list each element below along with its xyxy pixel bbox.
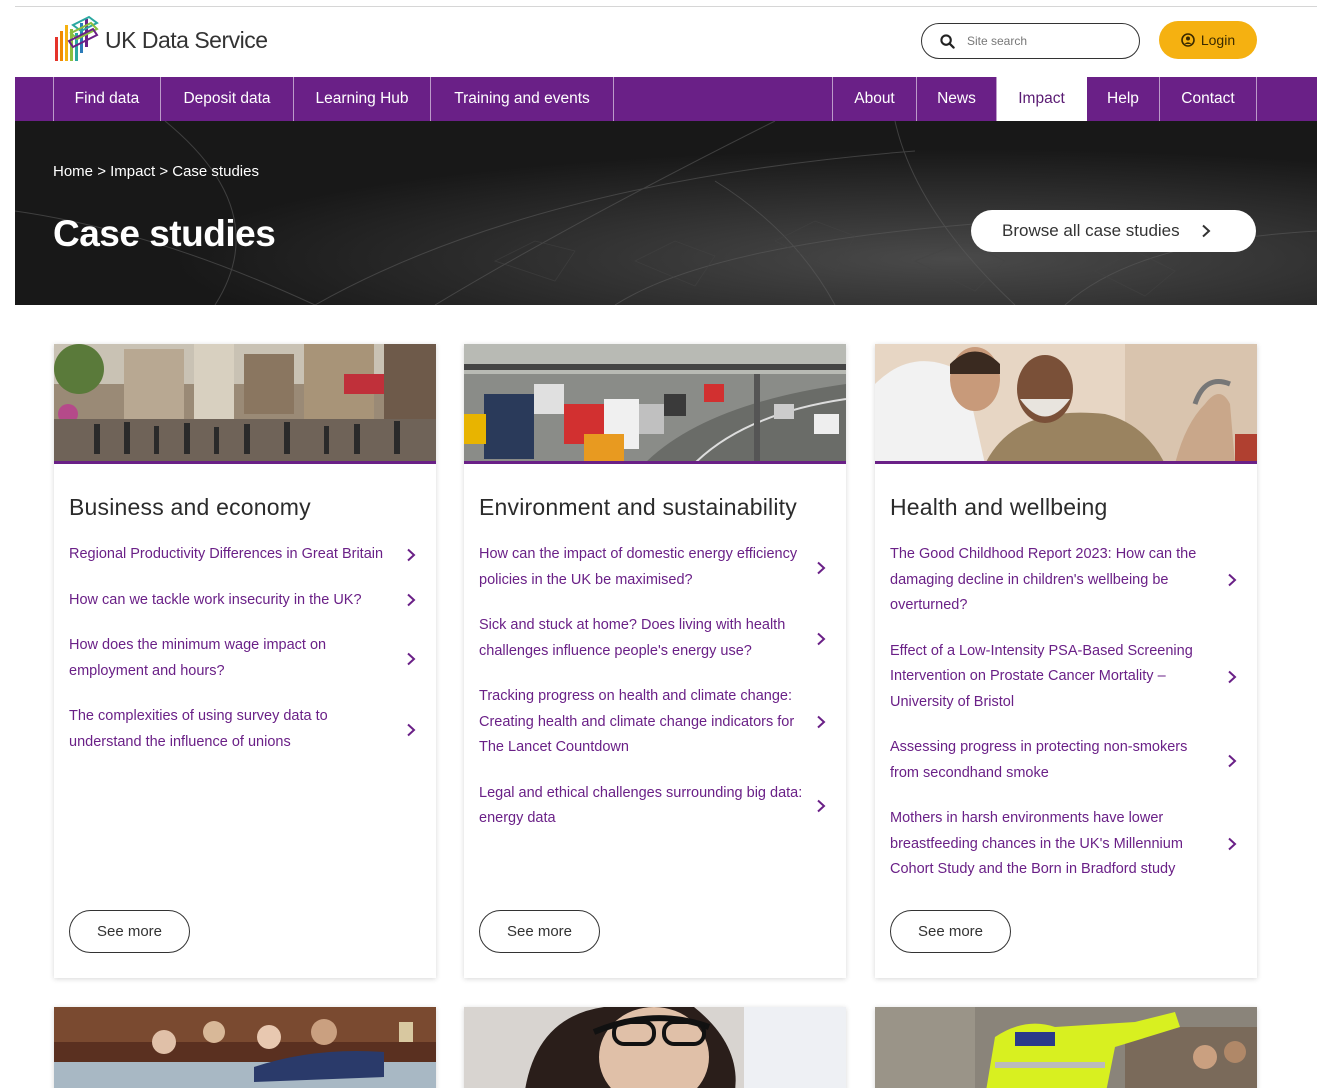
- site-header: UK Data Service Login: [15, 7, 1317, 77]
- case-study-link-text: How can we tackle work insecurity in the…: [69, 591, 362, 608]
- nav-label: Deposit data: [183, 90, 271, 107]
- nav-label: Contact: [1181, 90, 1235, 107]
- case-study-link-text: Assessing progress in protecting non-smo…: [890, 739, 1188, 781]
- case-study-link-text: Effect of a Low-Intensity PSA-Based Scre…: [890, 642, 1193, 710]
- case-study-list: The Good Childhood Report 2023: How can …: [890, 542, 1245, 903]
- chevron-right-icon: [1228, 838, 1237, 851]
- chevron-right-icon: [817, 799, 826, 813]
- breadcrumb-impact[interactable]: Impact: [110, 163, 155, 180]
- nav-label: News: [937, 90, 976, 107]
- chevron-right-icon: [407, 548, 416, 561]
- chevron-right-icon: [407, 723, 416, 736]
- nav-deposit-data[interactable]: Deposit data: [161, 77, 294, 121]
- chevron-right-icon: [817, 716, 826, 729]
- page: UK Data Service Login Find data Deposit …: [0, 0, 1319, 1088]
- see-more-button[interactable]: See more: [890, 910, 1011, 953]
- card-image-police[interactable]: [875, 1007, 1257, 1088]
- hero-banner: Home > Impact > Case studies Case studie…: [15, 121, 1317, 305]
- card-environment-sustainability: Environment and sustainability How can t…: [464, 344, 846, 978]
- card-title: Environment and sustainability: [479, 494, 797, 520]
- user-icon: [1181, 33, 1195, 47]
- card-image-student[interactable]: [464, 1007, 846, 1088]
- case-study-list: How can the impact of domestic energy ef…: [479, 542, 834, 852]
- case-study-link[interactable]: Effect of a Low-Intensity PSA-Based Scre…: [890, 639, 1245, 716]
- login-button[interactable]: Login: [1159, 21, 1257, 59]
- nav-impact[interactable]: Impact: [997, 77, 1087, 121]
- breadcrumb-separator: >: [97, 163, 106, 180]
- card-title: Health and wellbeing: [890, 494, 1108, 520]
- chevron-right-icon: [1201, 224, 1211, 238]
- search-input[interactable]: [967, 34, 1117, 48]
- logo-icon: [55, 15, 99, 61]
- nav-contact[interactable]: Contact: [1160, 77, 1257, 121]
- chevron-right-icon: [1228, 574, 1237, 587]
- search-icon: [940, 33, 955, 49]
- chevron-right-icon: [817, 632, 826, 645]
- case-study-link-text: Legal and ethical challenges surrounding…: [479, 784, 803, 827]
- case-study-link[interactable]: How can the impact of domestic energy ef…: [479, 542, 834, 593]
- nav-label: Help: [1107, 90, 1139, 107]
- chevron-right-icon: [1228, 754, 1237, 767]
- main-nav: Find data Deposit data Learning Hub Trai…: [15, 77, 1317, 121]
- breadcrumb-home[interactable]: Home: [53, 163, 93, 180]
- case-study-link-text: How does the minimum wage impact on empl…: [69, 637, 327, 679]
- page-title: Case studies: [53, 213, 276, 254]
- case-study-link[interactable]: Mothers in harsh environments have lower…: [890, 806, 1245, 883]
- breadcrumb: Home > Impact > Case studies: [53, 163, 259, 180]
- case-study-link[interactable]: How does the minimum wage impact on empl…: [69, 633, 424, 684]
- card-title: Business and economy: [69, 494, 311, 520]
- case-study-link[interactable]: How can we tackle work insecurity in the…: [69, 588, 424, 614]
- chevron-right-icon: [407, 652, 416, 665]
- case-study-link-text: Regional Productivity Differences in Gre…: [69, 546, 384, 562]
- nav-learning-hub[interactable]: Learning Hub: [294, 77, 431, 121]
- logo-text: UK Data Service: [105, 26, 268, 53]
- breadcrumb-separator: >: [159, 163, 169, 180]
- nav-label: Learning Hub: [315, 90, 409, 107]
- case-study-link[interactable]: Legal and ethical challenges surrounding…: [479, 781, 834, 832]
- nav-about[interactable]: About: [832, 77, 917, 121]
- chevron-right-icon: [817, 561, 826, 574]
- site-search[interactable]: [921, 23, 1140, 59]
- case-study-link-text: Tracking progress on health and climate …: [479, 688, 795, 755]
- case-study-link[interactable]: The complexities of using survey data to…: [69, 704, 424, 755]
- case-study-link[interactable]: The Good Childhood Report 2023: How can …: [890, 542, 1245, 619]
- nav-label: Find data: [74, 90, 140, 107]
- nav-help[interactable]: Help: [1087, 77, 1160, 121]
- nav-label: Impact: [1018, 90, 1065, 107]
- case-study-link-text: The Good Childhood Report 2023: How can …: [890, 546, 1197, 613]
- nav-find-data[interactable]: Find data: [53, 77, 161, 121]
- card-business-economy: Business and economy Regional Productivi…: [54, 344, 436, 978]
- see-more-button[interactable]: See more: [479, 910, 600, 953]
- case-study-list: Regional Productivity Differences in Gre…: [69, 542, 424, 775]
- browse-label: Browse all case studies: [1002, 221, 1180, 240]
- card-image-doctor-patient: [875, 344, 1257, 464]
- nav-news[interactable]: News: [917, 77, 997, 121]
- card-image-museum[interactable]: [54, 1007, 436, 1088]
- nav-label: About: [854, 90, 895, 107]
- card-image-street: [54, 344, 436, 464]
- case-study-link[interactable]: Assessing progress in protecting non-smo…: [890, 735, 1245, 786]
- card-health-wellbeing: Health and wellbeing The Good Childhood …: [875, 344, 1257, 978]
- case-study-link[interactable]: Regional Productivity Differences in Gre…: [69, 542, 424, 568]
- breadcrumb-current: Case studies: [172, 163, 259, 180]
- case-study-link[interactable]: Sick and stuck at home? Does living with…: [479, 613, 834, 664]
- nav-training-events[interactable]: Training and events: [431, 77, 614, 121]
- logo-link[interactable]: UK Data Service: [53, 15, 268, 65]
- login-label: Login: [1200, 32, 1236, 48]
- browse-all-case-studies-button[interactable]: Browse all case studies: [971, 210, 1256, 252]
- see-more-button[interactable]: See more: [69, 910, 190, 953]
- case-study-link-text: The complexities of using survey data to…: [69, 708, 328, 750]
- nav-label: Training and events: [454, 90, 590, 107]
- chevron-right-icon: [1228, 670, 1237, 683]
- case-study-link-text: Mothers in harsh environments have lower…: [890, 810, 1183, 877]
- chevron-right-icon: [407, 594, 416, 607]
- case-study-link[interactable]: Tracking progress on health and climate …: [479, 684, 834, 761]
- case-study-link-text: How can the impact of domestic energy ef…: [479, 546, 798, 588]
- case-study-link-text: Sick and stuck at home? Does living with…: [479, 617, 786, 659]
- card-image-traffic: [464, 344, 846, 464]
